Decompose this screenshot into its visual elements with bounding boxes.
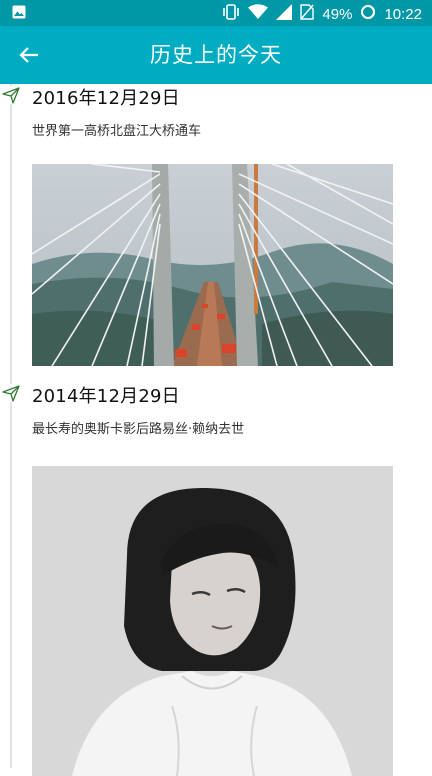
no-sim-icon bbox=[300, 4, 315, 24]
timeline-entry[interactable]: 2016年12月29日 世界第一高桥北盘江大桥通车 bbox=[0, 84, 432, 374]
entry-description: 世界第一高桥北盘江大桥通车 bbox=[32, 124, 202, 139]
battery-icon bbox=[360, 4, 376, 24]
status-bar: 49% 10:22 bbox=[0, 0, 432, 26]
clock: 10:22 bbox=[384, 5, 422, 23]
send-icon bbox=[2, 384, 20, 402]
wifi-icon bbox=[248, 4, 269, 24]
portrait-photo bbox=[32, 466, 393, 776]
page-title: 历史上的今天 bbox=[150, 43, 282, 67]
entry-description: 最长寿的奥斯卡影后路易丝·赖纳去世 bbox=[32, 422, 245, 437]
entry-date: 2016年12月29日 bbox=[32, 88, 180, 109]
bridge-photo bbox=[32, 164, 393, 366]
app-bar: 历史上的今天 bbox=[0, 26, 432, 84]
entry-date: 2014年12月29日 bbox=[32, 386, 180, 407]
image-icon bbox=[12, 5, 26, 19]
vibrate-icon bbox=[222, 4, 240, 24]
send-icon bbox=[2, 86, 20, 104]
battery-percent: 49% bbox=[322, 5, 353, 23]
signal-icon bbox=[276, 4, 293, 24]
timeline-entry[interactable]: 2014年12月29日 最长寿的奥斯卡影后路易丝·赖纳去世 bbox=[0, 382, 432, 776]
